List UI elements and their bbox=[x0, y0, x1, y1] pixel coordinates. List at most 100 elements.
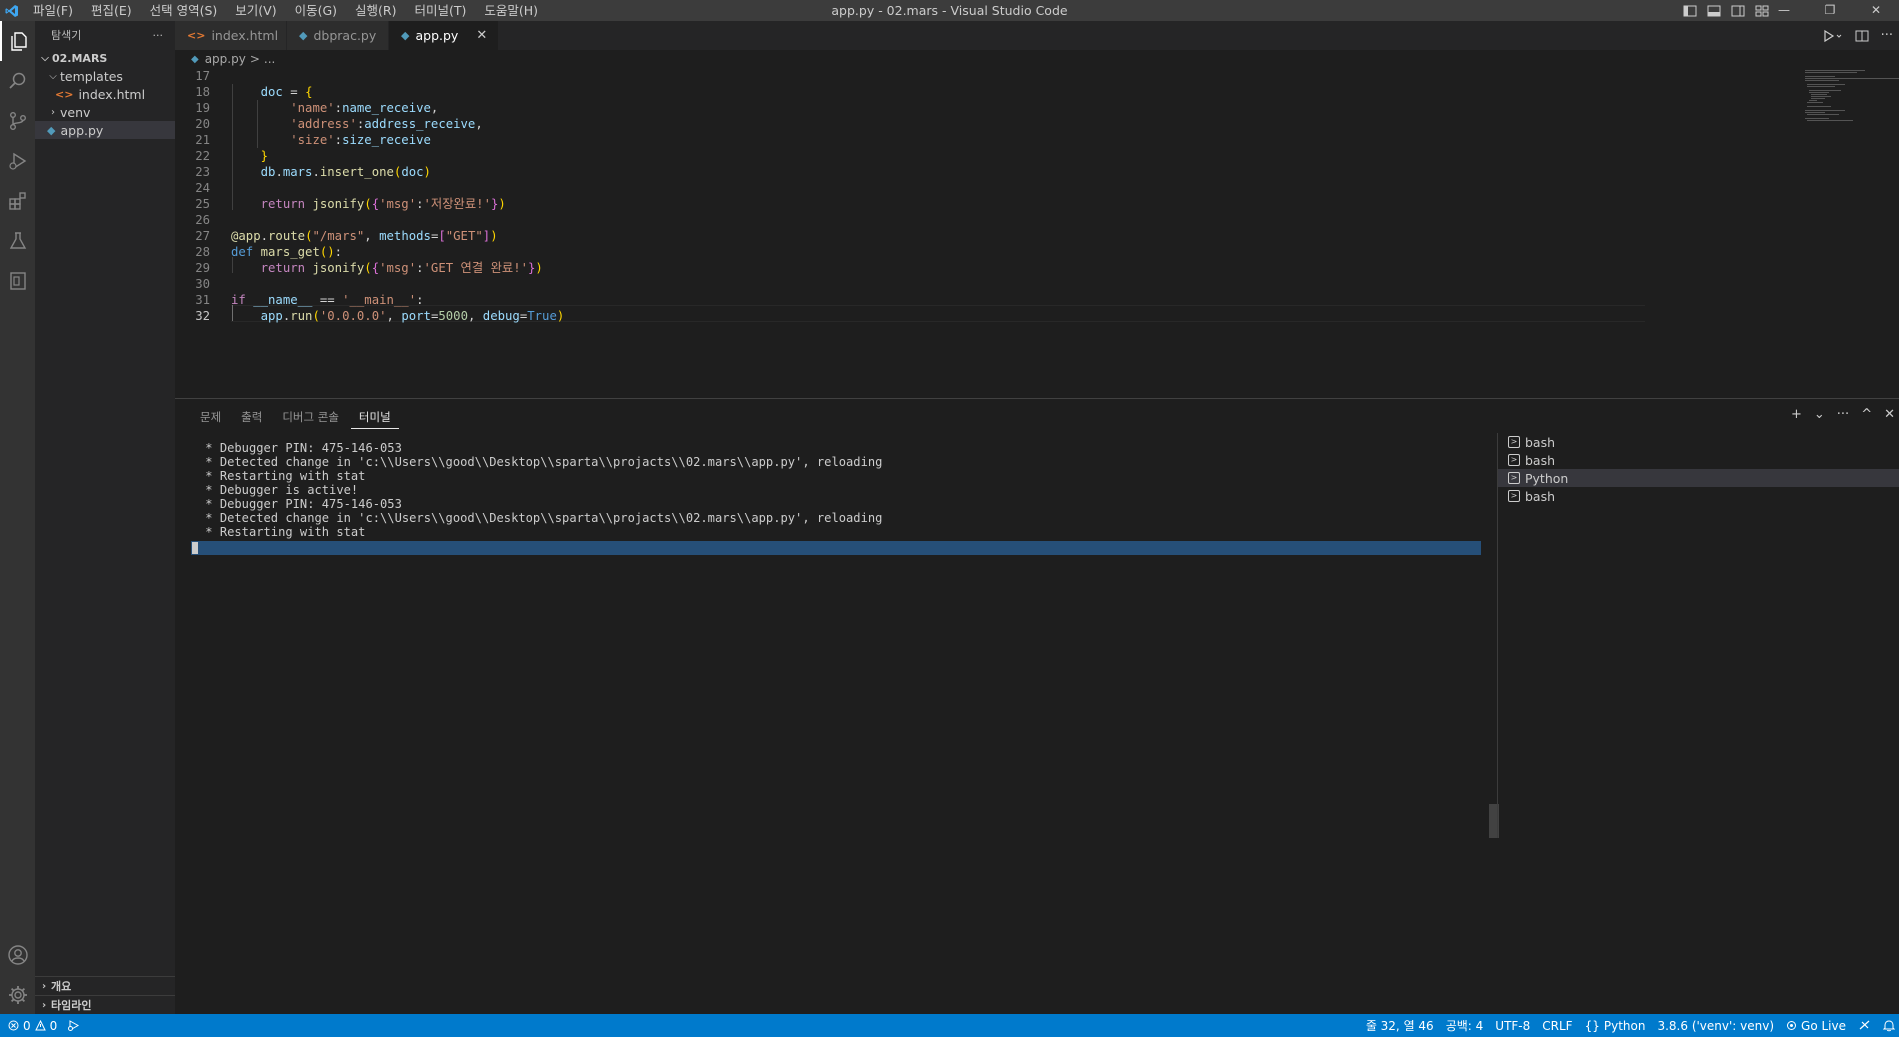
terminal-item-python[interactable]: > Python bbox=[1498, 469, 1899, 487]
tree-item-app-py[interactable]: ◆ app.py bbox=[35, 121, 175, 139]
terminal-line: * Detected change in 'c:\\Users\\good\\D… bbox=[198, 511, 883, 525]
outline-section[interactable]: › 개요 bbox=[35, 976, 175, 995]
editor-tabs: <> index.html ◆ dbprac.py ◆ app.py ✕ ··· bbox=[175, 21, 1899, 50]
activity-bar bbox=[0, 21, 35, 1014]
menu-edit[interactable]: 편집(E) bbox=[82, 0, 141, 21]
layout-controls bbox=[1683, 0, 1769, 21]
code-line-30: 30 bbox=[195, 277, 210, 291]
code-line-21: 21 'size':size_receive bbox=[195, 133, 431, 147]
editor-more-actions[interactable]: ··· bbox=[1881, 28, 1893, 43]
split-editor-icon[interactable] bbox=[1855, 29, 1869, 43]
chevron-down-icon: ⌵ bbox=[49, 70, 57, 82]
chevron-right-icon: › bbox=[41, 999, 47, 1011]
toggle-panel-icon[interactable] bbox=[1707, 4, 1721, 18]
menu-help[interactable]: 도움말(H) bbox=[475, 0, 547, 21]
cursor-position[interactable]: 줄 32, 열 46 bbox=[1366, 1017, 1434, 1034]
close-panel-icon[interactable]: ✕ bbox=[1884, 407, 1895, 422]
toggle-secondary-sidebar-icon[interactable] bbox=[1731, 4, 1745, 18]
terminal-item-bash[interactable]: > bash bbox=[1498, 433, 1899, 451]
breadcrumb-file[interactable]: app.py bbox=[205, 52, 246, 66]
panel-more-actions[interactable]: ··· bbox=[1837, 407, 1849, 422]
close-tab-icon[interactable]: ✕ bbox=[476, 28, 487, 43]
tab-output[interactable]: 출력 bbox=[233, 407, 270, 429]
tab-index-html[interactable]: <> index.html bbox=[175, 21, 287, 50]
accounts-icon[interactable] bbox=[0, 935, 35, 975]
tree-item-label: app.py bbox=[60, 122, 104, 138]
breadcrumb-separator: > bbox=[249, 52, 260, 66]
html-file-icon: <> bbox=[187, 29, 206, 42]
manage-gear-icon[interactable] bbox=[0, 975, 35, 1015]
panel-tabs: 문제 출력 디버그 콘솔 터미널 bbox=[192, 407, 399, 429]
tab-dbprac-py[interactable]: ◆ dbprac.py bbox=[287, 21, 389, 50]
terminal-icon: > bbox=[1508, 454, 1520, 466]
terminal-line: * Restarting with stat bbox=[198, 469, 366, 483]
minimize-button[interactable]: — bbox=[1761, 0, 1807, 21]
search-icon[interactable] bbox=[0, 61, 35, 101]
terminal-line: * Detected change in 'c:\\Users\\good\\D… bbox=[198, 455, 883, 469]
html-file-icon: <> bbox=[55, 87, 74, 101]
eol-status[interactable]: CRLF bbox=[1542, 1019, 1572, 1033]
menu-run[interactable]: 실행(R) bbox=[346, 0, 405, 21]
breadcrumb-symbols[interactable]: ... bbox=[264, 52, 275, 66]
menu-go[interactable]: 이동(G) bbox=[286, 0, 346, 21]
restore-button[interactable]: ❐ bbox=[1807, 0, 1853, 21]
go-live-button[interactable]: Go Live bbox=[1786, 1019, 1846, 1033]
tree-item-label: templates bbox=[60, 68, 123, 84]
maximize-panel-icon[interactable]: ^ bbox=[1861, 407, 1872, 422]
menu-selection[interactable]: 선택 영역(S) bbox=[141, 0, 227, 21]
run-debug-icon[interactable] bbox=[0, 141, 35, 181]
timeline-section[interactable]: › 타임라인 bbox=[35, 995, 175, 1014]
error-count: 0 bbox=[23, 1018, 31, 1033]
menu-file[interactable]: 파일(F) bbox=[24, 0, 82, 21]
sidebar-bottom-sections: › 개요 › 타임라인 bbox=[35, 976, 175, 1014]
error-icon bbox=[8, 1020, 19, 1031]
window-controls: — ❐ ✕ bbox=[1761, 0, 1899, 21]
tab-app-py[interactable]: ◆ app.py ✕ bbox=[389, 21, 499, 50]
language-mode[interactable]: {} Python bbox=[1585, 1019, 1646, 1033]
tab-label: dbprac.py bbox=[313, 28, 377, 43]
feedback-icon[interactable] bbox=[1858, 1019, 1871, 1032]
warning-icon bbox=[34, 1020, 46, 1031]
terminal-line: * Debugger PIN: 475-146-053 bbox=[198, 441, 402, 455]
problems-status[interactable]: 0 0 bbox=[8, 1019, 57, 1033]
debug-status-icon[interactable] bbox=[67, 1019, 80, 1032]
encoding-status[interactable]: UTF-8 bbox=[1495, 1019, 1530, 1033]
workspace-root[interactable]: ⌵ 02.MARS bbox=[35, 49, 175, 67]
chevron-right-icon: › bbox=[51, 106, 55, 118]
indentation-status[interactable]: 공백: 4 bbox=[1446, 1017, 1484, 1034]
workspace-root-label: 02.MARS bbox=[52, 51, 108, 65]
status-right: 줄 32, 열 46 공백: 4 UTF-8 CRLF {} Python 3.… bbox=[1366, 1014, 1895, 1037]
run-python-file-icon[interactable] bbox=[1823, 29, 1843, 43]
tree-item-venv[interactable]: › venv bbox=[35, 103, 175, 121]
notifications-bell-icon[interactable] bbox=[1883, 1019, 1895, 1032]
toggle-sidebar-icon[interactable] bbox=[1683, 4, 1697, 18]
code-line-25: 25 return jsonify({'msg':'저장완료!'}) bbox=[195, 197, 506, 211]
terminal-item-bash[interactable]: > bash bbox=[1498, 487, 1899, 505]
tab-problems[interactable]: 문제 bbox=[192, 407, 229, 429]
tab-terminal[interactable]: 터미널 bbox=[350, 407, 399, 429]
tree-item-index-html[interactable]: <> index.html bbox=[35, 85, 175, 103]
remote-explorer-icon[interactable] bbox=[0, 261, 35, 301]
menu-terminal[interactable]: 터미널(T) bbox=[406, 0, 476, 21]
tab-debug-console[interactable]: 디버그 콘솔 bbox=[274, 407, 347, 429]
python-interpreter[interactable]: 3.8.6 ('venv': venv) bbox=[1657, 1019, 1774, 1033]
outline-label: 개요 bbox=[51, 980, 72, 993]
extensions-icon[interactable] bbox=[0, 181, 35, 221]
explorer-more-actions[interactable]: ··· bbox=[153, 29, 164, 42]
testing-icon[interactable] bbox=[0, 221, 35, 261]
tree-item-label: index.html bbox=[78, 86, 146, 102]
minimap[interactable] bbox=[1803, 68, 1899, 398]
close-window-button[interactable]: ✕ bbox=[1853, 0, 1899, 21]
menu-view[interactable]: 보기(V) bbox=[226, 0, 285, 21]
python-file-icon: ◆ bbox=[47, 123, 56, 137]
new-terminal-button[interactable]: + bbox=[1791, 407, 1802, 422]
tab-actions: ··· bbox=[1823, 21, 1893, 50]
terminal-output[interactable]: * Debugger PIN: 475-146-053 * Detected c… bbox=[198, 441, 1483, 539]
source-control-icon[interactable] bbox=[0, 101, 35, 141]
explorer-icon[interactable] bbox=[0, 21, 35, 61]
code-line-26: 26 bbox=[195, 213, 210, 227]
terminal-item-bash[interactable]: > bash bbox=[1498, 451, 1899, 469]
terminal-dropdown-icon[interactable]: ⌄ bbox=[1814, 407, 1825, 422]
code-editor[interactable]: 17 18 doc = { 19 'name':name_receive, 20… bbox=[175, 68, 1899, 398]
tree-item-templates[interactable]: ⌵ templates bbox=[35, 67, 175, 85]
